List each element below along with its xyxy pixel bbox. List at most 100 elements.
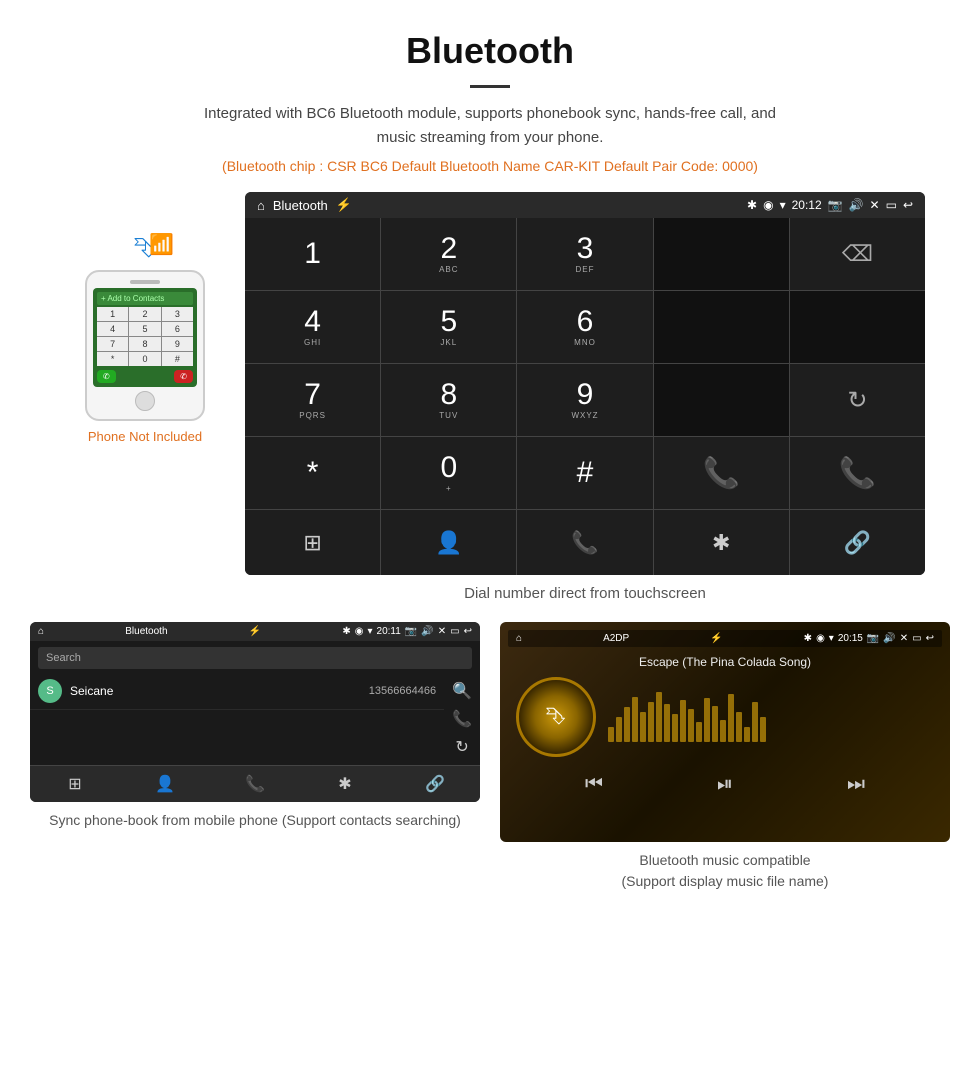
music-screen-inner: ⌂ A2DP ⚡ ✱ ◉ ▾ 20:15 📷 🔊 ✕ ▭ ↩	[500, 622, 950, 842]
phone-speaker	[130, 280, 160, 284]
pb-phone-right-icon[interactable]: 📞	[452, 709, 472, 729]
specs-line: (Bluetooth chip : CSR BC6 Default Blueto…	[0, 158, 980, 174]
music-play-pause-button[interactable]: ⏯	[717, 773, 733, 796]
dial-key-7[interactable]: 7 PQRS	[245, 364, 380, 436]
dial-key-4[interactable]: 4 GHI	[245, 291, 380, 363]
dial-backspace-button[interactable]: ⌫	[790, 218, 925, 290]
music-caption: Bluetooth music compatible(Support displ…	[622, 850, 829, 892]
dial-key-9[interactable]: 9 WXYZ	[517, 364, 652, 436]
music-next-button[interactable]: ⏭	[847, 773, 865, 796]
pb-bt-icon: ✱	[342, 626, 350, 637]
viz-bar	[720, 720, 726, 742]
phone-key: 2	[129, 307, 160, 321]
music-close-icon: ✕	[900, 633, 908, 644]
dial-bottom-contacts-button[interactable]: 👤	[381, 510, 516, 575]
music-win-icon: ▭	[912, 633, 921, 644]
dial-key-star[interactable]: *	[245, 437, 380, 509]
dial-reload-button[interactable]: ↻	[790, 364, 925, 436]
album-art: ⮷	[516, 677, 596, 757]
pb-bottom-phone[interactable]: 📞	[210, 766, 300, 802]
dial-key-8[interactable]: 8 TUV	[381, 364, 516, 436]
phone-mock: + Add to Contacts 1 2 3 4 5 6 7 8 9 * 0 …	[85, 270, 205, 421]
viz-bar	[712, 706, 718, 742]
pb-usb-icon: ⚡	[249, 626, 261, 637]
pb-contact-list: S Seicane 13566664466	[30, 673, 444, 765]
wifi-icon: ▾	[780, 198, 786, 212]
phone-key: 0	[129, 352, 160, 366]
music-title: A2DP	[603, 633, 629, 644]
volume-icon: 🔊	[849, 198, 864, 212]
music-song-title: Escape (The Pina Colada Song)	[508, 655, 942, 669]
dial-key-1[interactable]: 1	[245, 218, 380, 290]
phone-not-included-label: Phone Not Included	[88, 429, 202, 444]
viz-bar	[736, 712, 742, 742]
bottom-screens: ⌂ Bluetooth ⚡ ✱ ◉ ▾ 20:11 📷 🔊 ✕ ▭ ↩ Sear…	[0, 622, 980, 892]
pb-win-icon: ▭	[450, 626, 459, 637]
viz-bar	[664, 704, 670, 742]
dial-bottom-phone-button[interactable]: 📞	[517, 510, 652, 575]
dial-key-5[interactable]: 5 JKL	[381, 291, 516, 363]
phonebook-caption: Sync phone-book from mobile phone (Suppo…	[49, 810, 461, 831]
dial-caption: Dial number direct from touchscreen	[464, 585, 706, 602]
dial-grid: 1 2 ABC 3 DEF ⌫ 4 GHI	[245, 218, 925, 509]
music-back-icon: ↩	[926, 633, 934, 644]
dial-cell-empty-1	[654, 218, 789, 290]
viz-bar	[656, 692, 662, 742]
bluetooth-status-icon: ✱	[747, 198, 757, 212]
pb-search-icon[interactable]: 🔍	[452, 681, 472, 701]
phone-call-button: ✆	[97, 370, 116, 383]
usb-icon: ⚡	[336, 197, 352, 213]
pb-reload-right-icon[interactable]: ↻	[452, 737, 472, 757]
pb-home-icon: ⌂	[38, 626, 44, 637]
pb-search-field[interactable]: Search	[38, 647, 472, 669]
viz-bar	[608, 727, 614, 742]
dial-bottom-bluetooth-button[interactable]: ✱	[654, 510, 789, 575]
dial-status-bar: ⌂ Bluetooth ⚡ ✱ ◉ ▾ 20:12 📷 🔊 ✕ ▭ ↩	[245, 192, 925, 218]
viz-bar	[624, 707, 630, 742]
viz-bar	[688, 709, 694, 742]
dial-end-button[interactable]: 📞	[790, 437, 925, 509]
pb-time: 20:11	[377, 626, 401, 637]
music-visualizer	[608, 692, 934, 742]
music-home-icon: ⌂	[516, 633, 522, 644]
dial-key-2[interactable]: 2 ABC	[381, 218, 516, 290]
pb-bottom-grid[interactable]: ⊞	[30, 766, 120, 802]
pb-bottom-contacts[interactable]: 👤	[120, 766, 210, 802]
music-time: 20:15	[838, 633, 863, 644]
phone-key: 5	[129, 322, 160, 336]
phone-end-button: ✆	[174, 370, 193, 383]
dial-cell-empty-4	[654, 364, 789, 436]
subtitle: Integrated with BC6 Bluetooth module, su…	[190, 102, 790, 150]
dial-cell-empty-3	[790, 291, 925, 363]
pb-bottom-bluetooth[interactable]: ✱	[300, 766, 390, 802]
phone-key: 7	[97, 337, 128, 351]
dial-key-6[interactable]: 6 MNO	[517, 291, 652, 363]
dial-call-button[interactable]: 📞	[654, 437, 789, 509]
phone-key: 4	[97, 322, 128, 336]
dial-bottom-bar: ⊞ 👤 📞 ✱ 🔗	[245, 509, 925, 575]
pb-cam-icon: 📷	[405, 626, 417, 637]
dial-key-3[interactable]: 3 DEF	[517, 218, 652, 290]
phone-key: 9	[162, 337, 193, 351]
phone-key: 3	[162, 307, 193, 321]
phone-screen: + Add to Contacts 1 2 3 4 5 6 7 8 9 * 0 …	[93, 288, 197, 387]
pb-contact-name: Seicane	[70, 684, 369, 698]
title-divider	[470, 85, 510, 88]
pb-title: Bluetooth	[125, 626, 167, 637]
status-right: ✱ ◉ ▾ 20:12 📷 🔊 ✕ ▭ ↩	[747, 198, 913, 212]
music-cam-icon: 📷	[867, 633, 879, 644]
dial-key-hash[interactable]: #	[517, 437, 652, 509]
dial-bottom-link-button[interactable]: 🔗	[790, 510, 925, 575]
dial-key-0[interactable]: 0 +	[381, 437, 516, 509]
dial-bottom-grid-button[interactable]: ⊞	[245, 510, 380, 575]
music-controls: ⏮ ⏯ ⏭	[508, 763, 942, 806]
pb-contact-row[interactable]: S Seicane 13566664466	[30, 673, 444, 710]
pb-bottom-link[interactable]: 🔗	[390, 766, 480, 802]
viz-bars	[608, 692, 934, 742]
phone-key: 6	[162, 322, 193, 336]
viz-bar	[760, 717, 766, 742]
window-icon: ▭	[886, 198, 897, 212]
music-status-bar: ⌂ A2DP ⚡ ✱ ◉ ▾ 20:15 📷 🔊 ✕ ▭ ↩	[508, 630, 942, 647]
pb-contact-number: 13566664466	[369, 685, 436, 697]
music-prev-button[interactable]: ⏮	[585, 773, 603, 796]
